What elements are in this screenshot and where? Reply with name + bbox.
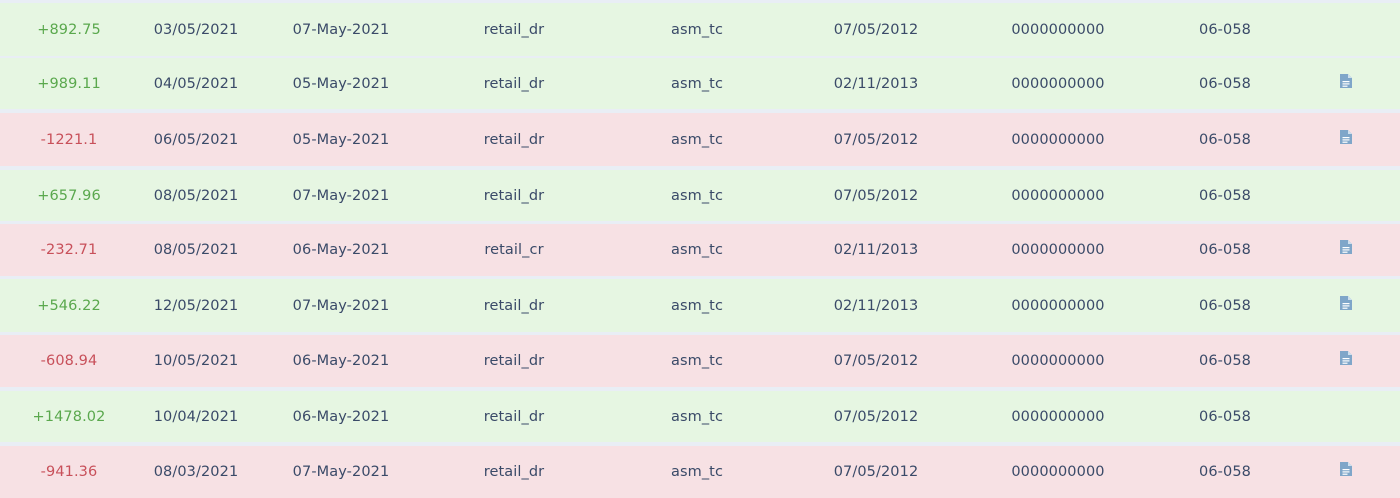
account-open-date-cell: 07/05/2012 [833,187,919,204]
transaction-date-cell: 12/05/2021 [153,297,239,314]
account-number-cell: 0000000000 [1011,408,1105,425]
transaction-date-cell: 08/05/2021 [153,242,239,258]
account-open-date-cell: 07/05/2012 [833,353,919,369]
account-open-date-cell: 02/11/2013 [833,242,919,258]
amount-cell: +989.11 [37,75,101,92]
transaction-date-cell: 08/05/2021 [153,187,239,204]
account-open-date-cell: 02/11/2013 [833,75,919,92]
sort-code-cell: 06-058 [1199,21,1251,38]
transaction-date-cell: 06/05/2021 [153,131,239,148]
value-date-cell: 07-May-2021 [292,297,390,314]
document-cell [1325,391,1367,442]
user-cell: asm_tc [670,242,724,258]
user-cell: asm_tc [670,75,724,92]
account-number-cell: 0000000000 [1011,242,1105,258]
table-row[interactable]: +989.11 04/05/2021 05-May-2021 retail_dr… [0,58,1400,109]
table-row[interactable]: -941.36 08/03/2021 07-May-2021 retail_dr… [0,446,1400,498]
value-date-cell: 06-May-2021 [292,353,390,369]
sort-code-cell: 06-058 [1199,353,1251,369]
document-cell [1325,113,1367,166]
document-cell [1325,279,1367,332]
table-row[interactable]: +892.75 03/05/2021 07-May-2021 retail_dr… [0,3,1400,56]
document-icon[interactable] [1339,461,1353,477]
sort-code-cell: 06-058 [1199,187,1251,204]
amount-cell: -232.71 [40,242,98,258]
account-open-date-cell: 07/05/2012 [833,464,919,480]
document-icon[interactable] [1339,350,1353,366]
document-cell [1325,335,1367,387]
table-row[interactable]: +1478.02 10/04/2021 06-May-2021 retail_d… [0,391,1400,442]
account-open-date-cell: 07/05/2012 [833,21,919,38]
transaction-date-cell: 10/04/2021 [153,408,239,425]
transaction-type-cell: retail_dr [483,131,545,148]
account-number-cell: 0000000000 [1011,353,1105,369]
value-date-cell: 07-May-2021 [292,464,390,480]
user-cell: asm_tc [670,464,724,480]
value-date-cell: 05-May-2021 [292,75,390,92]
amount-cell: -1221.1 [40,131,98,148]
amount-cell: +1478.02 [32,408,106,425]
account-number-cell: 0000000000 [1011,21,1105,38]
amount-cell: +546.22 [37,297,101,314]
value-date-cell: 06-May-2021 [292,242,390,258]
document-icon[interactable] [1339,73,1353,89]
account-number-cell: 0000000000 [1011,464,1105,480]
amount-cell: -608.94 [40,353,98,369]
document-cell [1325,58,1367,109]
user-cell: asm_tc [670,131,724,148]
table-row[interactable]: -232.71 08/05/2021 06-May-2021 retail_cr… [0,224,1400,276]
value-date-cell: 06-May-2021 [292,408,390,425]
account-open-date-cell: 07/05/2012 [833,131,919,148]
transaction-date-cell: 04/05/2021 [153,75,239,92]
account-number-cell: 0000000000 [1011,75,1105,92]
sort-code-cell: 06-058 [1199,408,1251,425]
account-number-cell: 0000000000 [1011,187,1105,204]
sort-code-cell: 06-058 [1199,75,1251,92]
account-open-date-cell: 07/05/2012 [833,408,919,425]
sort-code-cell: 06-058 [1199,131,1251,148]
account-open-date-cell: 02/11/2013 [833,297,919,314]
sort-code-cell: 06-058 [1199,242,1251,258]
document-cell [1325,170,1367,221]
transaction-date-cell: 10/05/2021 [153,353,239,369]
transaction-type-cell: retail_dr [483,408,545,425]
document-cell [1325,3,1367,56]
table-row[interactable]: +546.22 12/05/2021 07-May-2021 retail_dr… [0,279,1400,332]
table-row[interactable]: -1221.1 06/05/2021 05-May-2021 retail_dr… [0,113,1400,166]
transaction-type-cell: retail_dr [483,353,545,369]
account-number-cell: 0000000000 [1011,131,1105,148]
user-cell: asm_tc [670,21,724,38]
amount-cell: +892.75 [37,21,101,38]
transaction-type-cell: retail_dr [483,21,545,38]
value-date-cell: 05-May-2021 [292,131,390,148]
document-cell [1325,224,1367,276]
user-cell: asm_tc [670,353,724,369]
amount-cell: -941.36 [40,464,98,480]
document-icon[interactable] [1339,295,1353,311]
transaction-type-cell: retail_dr [483,464,545,480]
table-row[interactable]: -608.94 10/05/2021 06-May-2021 retail_dr… [0,335,1400,387]
sort-code-cell: 06-058 [1199,297,1251,314]
user-cell: asm_tc [670,408,724,425]
transaction-type-cell: retail_dr [483,187,545,204]
amount-cell: +657.96 [37,187,101,204]
document-icon[interactable] [1339,239,1353,255]
transaction-date-cell: 03/05/2021 [153,21,239,38]
table-row[interactable]: +657.96 08/05/2021 07-May-2021 retail_dr… [0,170,1400,221]
transaction-type-cell: retail_dr [483,75,545,92]
transactions-table: +892.75 03/05/2021 07-May-2021 retail_dr… [0,0,1400,498]
document-cell [1325,446,1367,498]
account-number-cell: 0000000000 [1011,297,1105,314]
transaction-date-cell: 08/03/2021 [153,464,239,480]
document-icon[interactable] [1339,129,1353,145]
transaction-type-cell: retail_dr [483,297,545,314]
user-cell: asm_tc [670,297,724,314]
transaction-type-cell: retail_cr [484,242,544,258]
user-cell: asm_tc [670,187,724,204]
value-date-cell: 07-May-2021 [292,21,390,38]
value-date-cell: 07-May-2021 [292,187,390,204]
sort-code-cell: 06-058 [1199,464,1251,480]
